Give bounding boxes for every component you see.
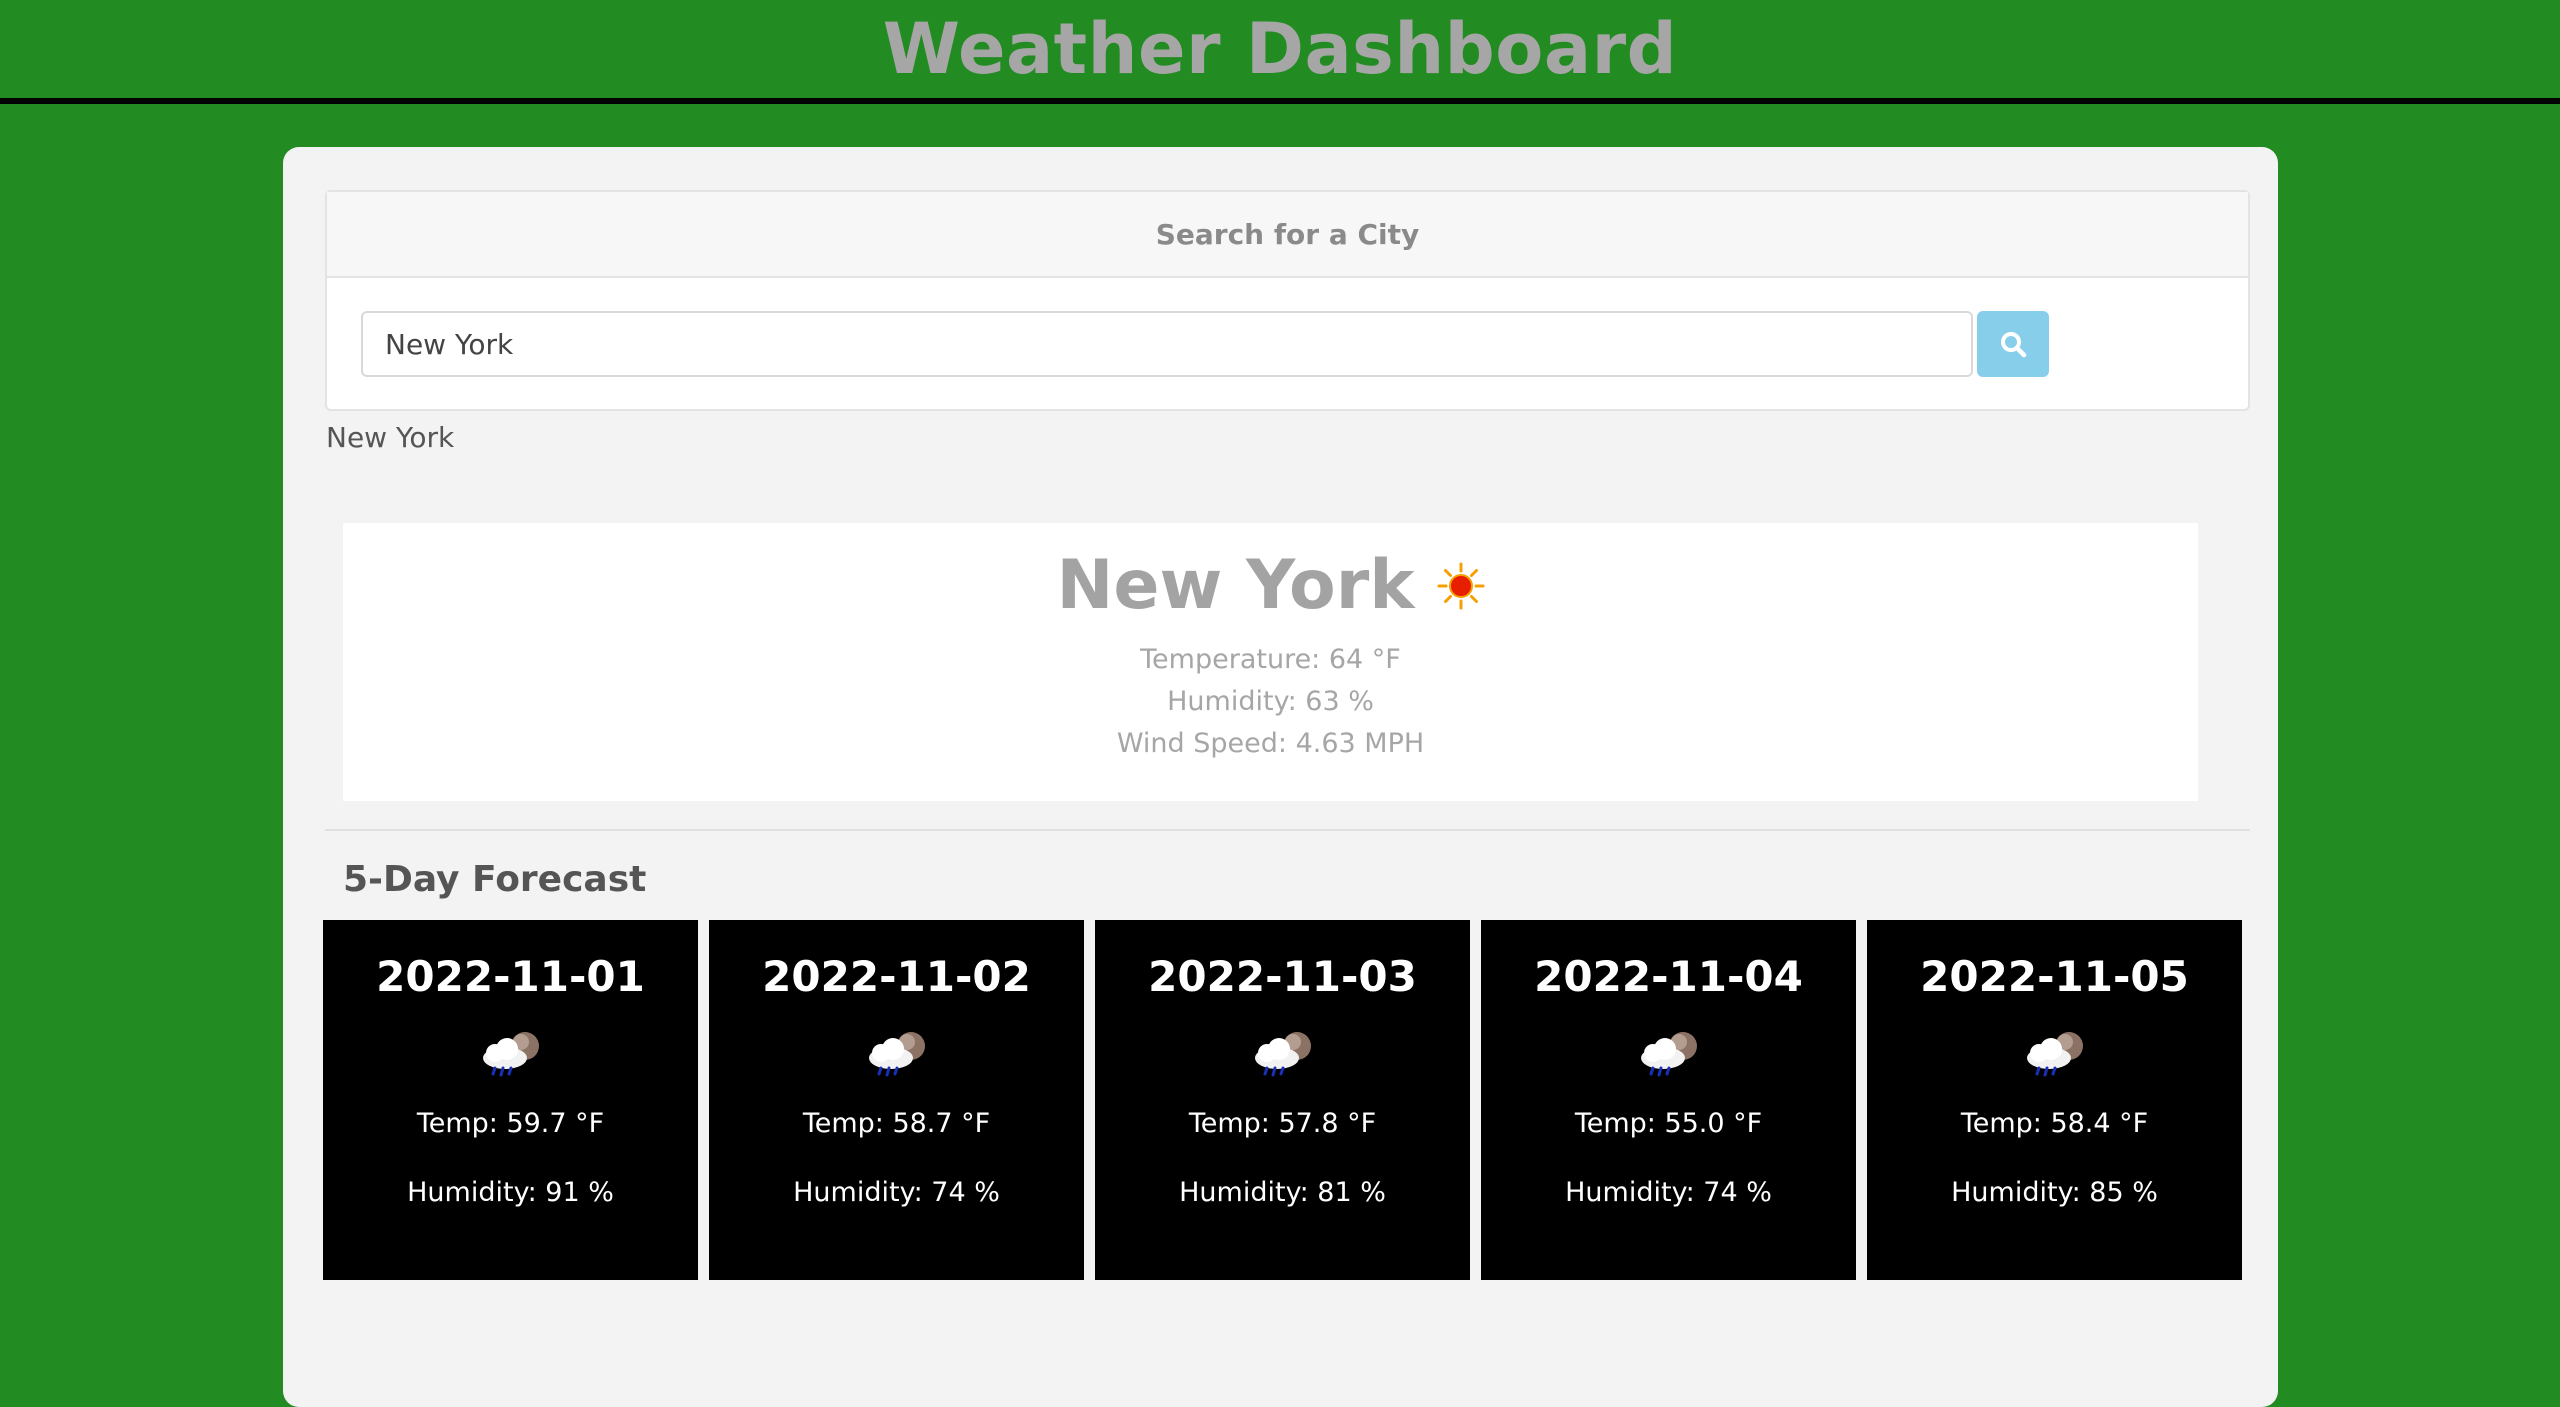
forecast-date: 2022-11-05: [1920, 952, 2189, 1001]
search-card: Search for a City: [325, 190, 2250, 411]
forecast-card: 2022-11-04 Temp: 55.0 °F Humidity: 74 %: [1481, 920, 1856, 1280]
forecast-card: 2022-11-02 Temp: 58.7 °F Humidity: 74 %: [709, 920, 1084, 1280]
forecast-temp: Temp: 57.8 °F: [1188, 1108, 1377, 1139]
search-history-item[interactable]: New York: [326, 421, 454, 454]
forecast-card: 2022-11-01 Temp: 59.7 °F Humidity: 91 %: [323, 920, 698, 1280]
rain-cloud-icon: [2026, 1032, 2083, 1077]
city-search-input[interactable]: [361, 311, 1973, 377]
forecast-humidity: Humidity: 81 %: [1179, 1177, 1386, 1208]
search-heading: Search for a City: [327, 192, 2248, 278]
section-divider: [325, 829, 2250, 831]
forecast-temp: Temp: 58.7 °F: [802, 1108, 991, 1139]
search-button[interactable]: [1977, 311, 2049, 377]
forecast-date: 2022-11-04: [1534, 952, 1803, 1001]
forecast-title: 5-Day Forecast: [343, 859, 647, 900]
forecast-humidity: Humidity: 74 %: [793, 1177, 1000, 1208]
page-title: Weather Dashboard: [882, 8, 1678, 90]
page-header: Weather Dashboard: [0, 0, 2560, 104]
rain-cloud-icon: [482, 1032, 539, 1077]
forecast-card: 2022-11-05 Temp: 58.4 °F Humidity: 85 %: [1867, 920, 2242, 1280]
search-row: [361, 311, 2049, 377]
forecast-date: 2022-11-02: [762, 952, 1031, 1001]
forecast-row: 2022-11-01 Temp: 59.7 °F Humidity: 91 % …: [323, 920, 2242, 1280]
forecast-humidity: Humidity: 85 %: [1951, 1177, 2158, 1208]
current-wind-speed: Wind Speed: 4.63 MPH: [1116, 728, 1425, 759]
forecast-temp: Temp: 59.7 °F: [416, 1108, 605, 1139]
rain-cloud-icon: [1640, 1032, 1697, 1077]
rain-cloud-icon: [1254, 1032, 1311, 1077]
forecast-date: 2022-11-03: [1148, 952, 1417, 1001]
forecast-humidity: Humidity: 91 %: [407, 1177, 614, 1208]
current-weather-card: New York Temperature: 64 °F Humidity: 63…: [343, 523, 2198, 801]
sun-icon: [1437, 562, 1484, 610]
city-row: New York: [343, 545, 2198, 627]
current-temperature: Temperature: 64 °F: [1140, 644, 1401, 675]
forecast-temp: Temp: 55.0 °F: [1574, 1108, 1763, 1139]
forecast-card: 2022-11-03 Temp: 57.8 °F Humidity: 81 %: [1095, 920, 1470, 1280]
forecast-humidity: Humidity: 74 %: [1565, 1177, 1772, 1208]
rain-cloud-icon: [868, 1032, 925, 1077]
forecast-temp: Temp: 58.4 °F: [1960, 1108, 2149, 1139]
search-icon: [2001, 332, 2027, 358]
forecast-date: 2022-11-01: [376, 952, 645, 1001]
main-container: Search for a City New York New York New …: [283, 147, 2278, 1407]
current-humidity: Humidity: 63 %: [1167, 686, 1374, 717]
current-city-name: New York: [1056, 546, 1415, 625]
